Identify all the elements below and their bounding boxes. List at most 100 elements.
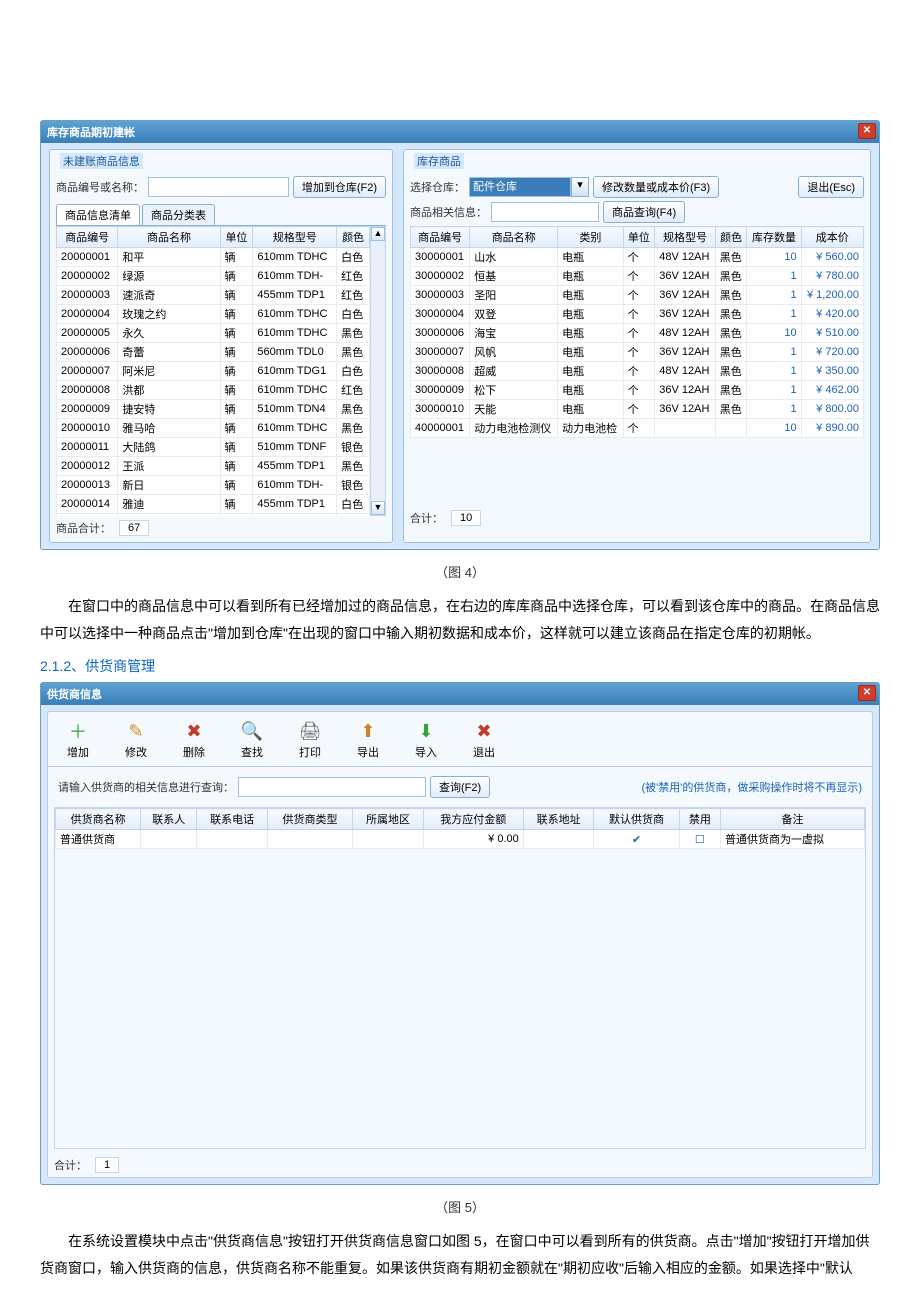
modify-qty-button[interactable]: 修改数量或成本价(F3)	[593, 176, 719, 198]
table-row[interactable]: 30000009松下电瓶个36V 12AH黑色1¥ 462.00	[411, 381, 864, 400]
scroll-up-icon[interactable]: ▲	[371, 227, 385, 241]
store-combo[interactable]: 配件仓库	[469, 177, 571, 197]
table-row[interactable]: 30000001山水电瓶个48V 12AH黑色10¥ 560.00	[411, 248, 864, 267]
table-row[interactable]: 20000003速派奇辆455mm TDP1红色	[57, 286, 370, 305]
supplier-total-value: 1	[95, 1157, 119, 1173]
paragraph-1: 在窗口中的商品信息中可以看到所有已经增加过的商品信息，在右边的库库商品中选择仓库…	[40, 593, 880, 646]
table-row[interactable]: 20000014雅迪辆455mm TDP1白色	[57, 495, 370, 514]
import-icon: ⬇	[411, 718, 441, 744]
query-button[interactable]: 查询(F2)	[430, 776, 490, 798]
related-info-input[interactable]	[491, 202, 599, 222]
section-heading: 2.1.2、供货商管理	[40, 656, 880, 676]
toolbar-label: 打印	[299, 744, 321, 760]
table-row[interactable]: 30000003圣阳电瓶个36V 12AH黑色1¥ 1,200.00	[411, 286, 864, 305]
window-title: 库存商品期初建帐	[47, 127, 135, 139]
table-row[interactable]: 20000004玫瑰之约辆610mm TDHC白色	[57, 305, 370, 324]
column-header[interactable]: 我方应付金额	[423, 809, 523, 830]
table-row[interactable]: 30000010天能电瓶个36V 12AH黑色1¥ 800.00	[411, 400, 864, 419]
table-row[interactable]: 20000007阿米尼辆610mm TDG1白色	[57, 362, 370, 381]
table-row[interactable]: 30000008超威电瓶个48V 12AH黑色1¥ 350.00	[411, 362, 864, 381]
close-icon[interactable]: ✕	[858, 123, 876, 139]
column-header[interactable]: 联系地址	[523, 809, 594, 830]
left-total-label: 商品合计：	[56, 520, 111, 536]
export-button[interactable]: ⬆导出	[348, 718, 388, 760]
right-total-label: 合计：	[410, 510, 443, 526]
column-header[interactable]: 成本价	[801, 227, 863, 248]
search-icon: 🔍	[237, 718, 267, 744]
import-button[interactable]: ⬇导入	[406, 718, 446, 760]
toolbar-label: 删除	[183, 744, 205, 760]
table-row[interactable]: 20000008洪都辆610mm TDHC红色	[57, 381, 370, 400]
table-row[interactable]: 20000001和平辆610mm TDHC白色	[57, 248, 370, 267]
left-scrollbar[interactable]: ▲ ▼	[370, 226, 386, 516]
table-row[interactable]: 普通供货商¥ 0.00✔☐普通供货商为一虚拟	[56, 830, 865, 849]
column-header[interactable]: 禁用	[679, 809, 720, 830]
supplier-query-input[interactable]	[238, 777, 426, 797]
column-header[interactable]: 颜色	[715, 227, 747, 248]
toolbar-label: 导入	[415, 744, 437, 760]
table-row[interactable]: 20000011大陆鸽辆510mm TDNF银色	[57, 438, 370, 457]
column-header[interactable]: 商品名称	[118, 227, 220, 248]
table-row[interactable]: 20000009捷安特辆510mm TDN4黑色	[57, 400, 370, 419]
delete-icon: ✖	[179, 718, 209, 744]
related-info-label: 商品相关信息：	[410, 204, 487, 220]
disabled-hint: (被'禁用'的供货商，做采购操作时将不再显示)	[641, 779, 862, 795]
table-row[interactable]: 20000010雅马哈辆610mm TDHC黑色	[57, 419, 370, 438]
toolbar-label: 退出	[473, 744, 495, 760]
edit-button[interactable]: ✎修改	[116, 718, 156, 760]
code-name-input[interactable]	[148, 177, 289, 197]
select-store-label: 选择仓库：	[410, 179, 465, 195]
tab-product-category[interactable]: 商品分类表	[142, 204, 215, 225]
exit-button[interactable]: 退出(Esc)	[798, 176, 864, 198]
table-row[interactable]: 30000004双登电瓶个36V 12AH黑色1¥ 420.00	[411, 305, 864, 324]
exit-icon: ✖	[469, 718, 499, 744]
toolbar-label: 增加	[67, 744, 89, 760]
table-row[interactable]: 20000005永久辆610mm TDHC黑色	[57, 324, 370, 343]
column-header[interactable]: 默认供货商	[594, 809, 679, 830]
column-header[interactable]: 颜色	[337, 227, 370, 248]
column-header[interactable]: 商品编号	[411, 227, 470, 248]
column-header[interactable]: 联系电话	[197, 809, 268, 830]
column-header[interactable]: 单位	[220, 227, 253, 248]
add-to-store-button[interactable]: 增加到仓库(F2)	[293, 176, 386, 198]
exit-button[interactable]: ✖退出	[464, 718, 504, 760]
left-grid: 商品编号商品名称单位规格型号颜色20000001和平辆610mm TDHC白色2…	[56, 226, 370, 516]
scroll-down-icon[interactable]: ▼	[371, 501, 385, 515]
search-button[interactable]: 🔍查找	[232, 718, 272, 760]
table-row[interactable]: 30000007风帆电瓶个36V 12AH黑色1¥ 720.00	[411, 343, 864, 362]
window-title: 供货商信息	[47, 689, 102, 701]
column-header[interactable]: 所属地区	[353, 809, 424, 830]
column-header[interactable]: 商品名称	[470, 227, 558, 248]
column-header[interactable]: 类别	[558, 227, 623, 248]
supplier-total-label: 合计：	[54, 1157, 87, 1173]
table-row[interactable]: 20000006奇蕾辆560mm TDL0黑色	[57, 343, 370, 362]
table-row[interactable]: 20000013新日辆610mm TDH-银色	[57, 476, 370, 495]
column-header[interactable]: 供货商类型	[267, 809, 352, 830]
column-header[interactable]: 联系人	[141, 809, 197, 830]
left-total-value: 67	[119, 520, 149, 536]
column-header[interactable]: 供货商名称	[56, 809, 141, 830]
column-header[interactable]: 规格型号	[253, 227, 337, 248]
supplier-info-window: 供货商信息 ✕ ＋增加✎修改✖删除🔍查找🖨打印⬆导出⬇导入✖退出 请输入供货商的…	[40, 682, 880, 1185]
add-icon: ＋	[63, 718, 93, 744]
close-icon[interactable]: ✕	[858, 685, 876, 701]
table-row[interactable]: 30000002恒基电瓶个36V 12AH黑色1¥ 780.00	[411, 267, 864, 286]
column-header[interactable]: 单位	[623, 227, 655, 248]
add-button[interactable]: ＋增加	[58, 718, 98, 760]
product-query-button[interactable]: 商品查询(F4)	[603, 201, 685, 223]
table-row[interactable]: 20000002绿源辆610mm TDH-红色	[57, 267, 370, 286]
table-row[interactable]: 20000012王派辆455mm TDP1黑色	[57, 457, 370, 476]
window-title-bar: 库存商品期初建帐 ✕	[41, 121, 879, 143]
toolbar-label: 导出	[357, 744, 379, 760]
column-header[interactable]: 商品编号	[57, 227, 118, 248]
tab-product-list[interactable]: 商品信息清单	[56, 204, 140, 225]
delete-button[interactable]: ✖删除	[174, 718, 214, 760]
column-header[interactable]: 库存数量	[747, 227, 801, 248]
column-header[interactable]: 规格型号	[655, 227, 715, 248]
column-header[interactable]: 备注	[721, 809, 865, 830]
table-row[interactable]: 40000001动力电池检测仪动力电池检个10¥ 890.00	[411, 419, 864, 438]
print-button[interactable]: 🖨打印	[290, 718, 330, 760]
table-row[interactable]: 20000015富奔约辆510mm TDN4黑色	[57, 514, 370, 517]
table-row[interactable]: 30000006海宝电瓶个48V 12AH黑色10¥ 510.00	[411, 324, 864, 343]
chevron-down-icon[interactable]: ▾	[571, 177, 589, 197]
